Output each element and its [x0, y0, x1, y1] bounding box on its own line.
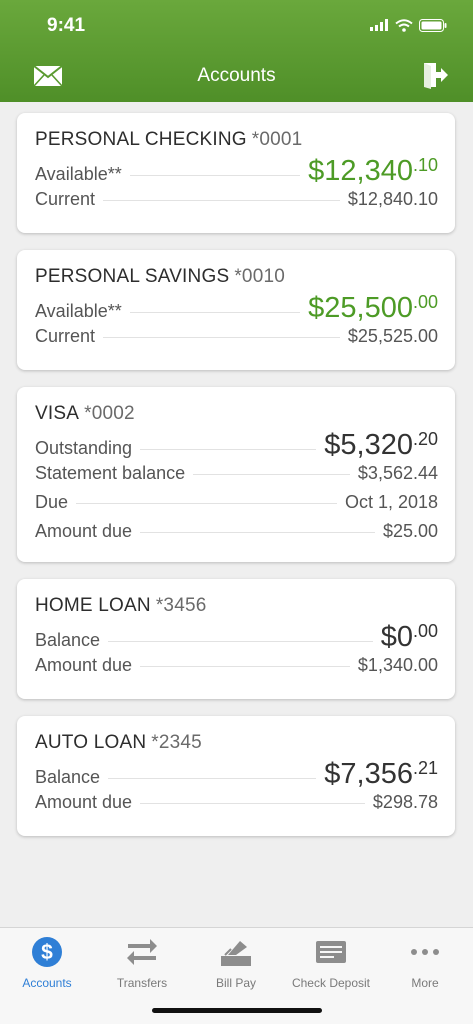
check-deposit-icon: [316, 941, 346, 963]
available-balance: $12,340.10: [308, 155, 438, 187]
amount-due: $298.78: [372, 792, 438, 812]
account-card-visa[interactable]: VISA *0002 Outstanding $5,320.20 Statemen…: [17, 387, 455, 562]
current-row: Current $25,525.00: [35, 326, 438, 358]
tab-label: Check Deposit: [291, 976, 371, 990]
loan-balance: $7,356.21: [324, 758, 438, 790]
account-card-home-loan[interactable]: HOME LOAN *3456 Balance $0.00 Amount due …: [17, 579, 455, 699]
current-row: Current $12,840.10: [35, 189, 438, 221]
statement-balance-row: Statement balance $3,562.44: [35, 463, 438, 492]
current-balance: $25,525.00: [347, 326, 438, 346]
home-indicator[interactable]: [152, 1008, 322, 1013]
tab-label: Transfers: [116, 976, 168, 990]
amount-due-row: Amount due $1,340.00: [35, 655, 438, 687]
current-balance: $12,840.10: [347, 189, 438, 209]
page-title: Accounts: [197, 65, 276, 86]
transfer-arrows-icon: [127, 939, 157, 965]
account-title: HOME LOAN *3456: [35, 595, 207, 616]
available-row: Available** $12,340.10: [35, 155, 438, 189]
logout-icon[interactable]: [421, 61, 449, 89]
account-card-checking[interactable]: PERSONAL CHECKING *0001 Available** $12,3…: [17, 113, 455, 233]
tab-accounts[interactable]: $ Accounts: [0, 934, 94, 990]
more-dots-icon: [411, 949, 439, 955]
status-time: 9:41: [47, 15, 86, 36]
balance-row: Balance $0.00: [35, 621, 438, 655]
account-card-auto-loan[interactable]: AUTO LOAN *2345 Balance $7,356.21 Amount …: [17, 716, 455, 836]
status-icons: [370, 17, 447, 33]
tab-label: More: [411, 976, 439, 990]
due-date: Oct 1, 2018: [344, 492, 438, 512]
tab-label: Accounts: [22, 976, 72, 990]
amount-due-row: Amount due $25.00: [35, 521, 438, 550]
account-title: PERSONAL SAVINGS *0010: [35, 266, 285, 287]
statement-balance: $3,562.44: [357, 463, 438, 483]
row-label: Current: [35, 189, 96, 209]
tab-bill-pay[interactable]: Bill Pay: [189, 934, 283, 990]
balance-row: Balance $7,356.21: [35, 758, 438, 792]
outstanding-balance: $5,320.20: [324, 429, 438, 461]
loan-balance: $0.00: [380, 621, 438, 653]
row-label: Current: [35, 326, 96, 346]
account-list: PERSONAL CHECKING *0001 Available** $12,3…: [17, 113, 455, 853]
amount-due: $1,340.00: [357, 655, 438, 675]
row-label: Outstanding: [35, 438, 133, 458]
row-label: Due: [35, 492, 69, 512]
dollar-circle-icon: $: [32, 937, 62, 967]
row-label: Available**: [35, 301, 122, 321]
row-label: Balance: [35, 767, 101, 787]
account-title: AUTO LOAN *2345: [35, 732, 202, 753]
outstanding-row: Outstanding $5,320.20: [35, 429, 438, 463]
row-label: Statement balance: [35, 463, 186, 483]
bill-pay-icon: [221, 941, 251, 966]
available-row: Available** $25,500.00: [35, 292, 438, 326]
row-label: Amount due: [35, 655, 133, 675]
app-header: 9:41 Accounts: [0, 0, 473, 102]
account-title: VISA *0002: [35, 403, 135, 424]
tab-label: Bill Pay: [215, 976, 256, 990]
row-label: Available**: [35, 164, 122, 184]
due-row: Due Oct 1, 2018: [35, 492, 438, 521]
nav-bar: Accounts: [0, 50, 473, 102]
svg-text:$: $: [41, 941, 53, 964]
tab-more[interactable]: More: [378, 934, 472, 990]
account-card-savings[interactable]: PERSONAL SAVINGS *0010 Available** $25,50…: [17, 250, 455, 370]
row-label: Balance: [35, 630, 101, 650]
row-label: Amount due: [35, 792, 133, 812]
wifi-icon: [395, 18, 413, 32]
row-label: Amount due: [35, 521, 133, 541]
amount-due: $25.00: [382, 521, 438, 541]
account-title: PERSONAL CHECKING *0001: [35, 129, 303, 150]
tab-check-deposit[interactable]: Check Deposit: [284, 934, 378, 990]
signal-icon: [370, 19, 388, 31]
battery-icon: [419, 18, 447, 32]
amount-due-row: Amount due $298.78: [35, 792, 438, 824]
tab-transfers[interactable]: Transfers: [95, 934, 189, 990]
available-balance: $25,500.00: [308, 292, 438, 324]
status-bar: 9:41: [0, 0, 473, 50]
